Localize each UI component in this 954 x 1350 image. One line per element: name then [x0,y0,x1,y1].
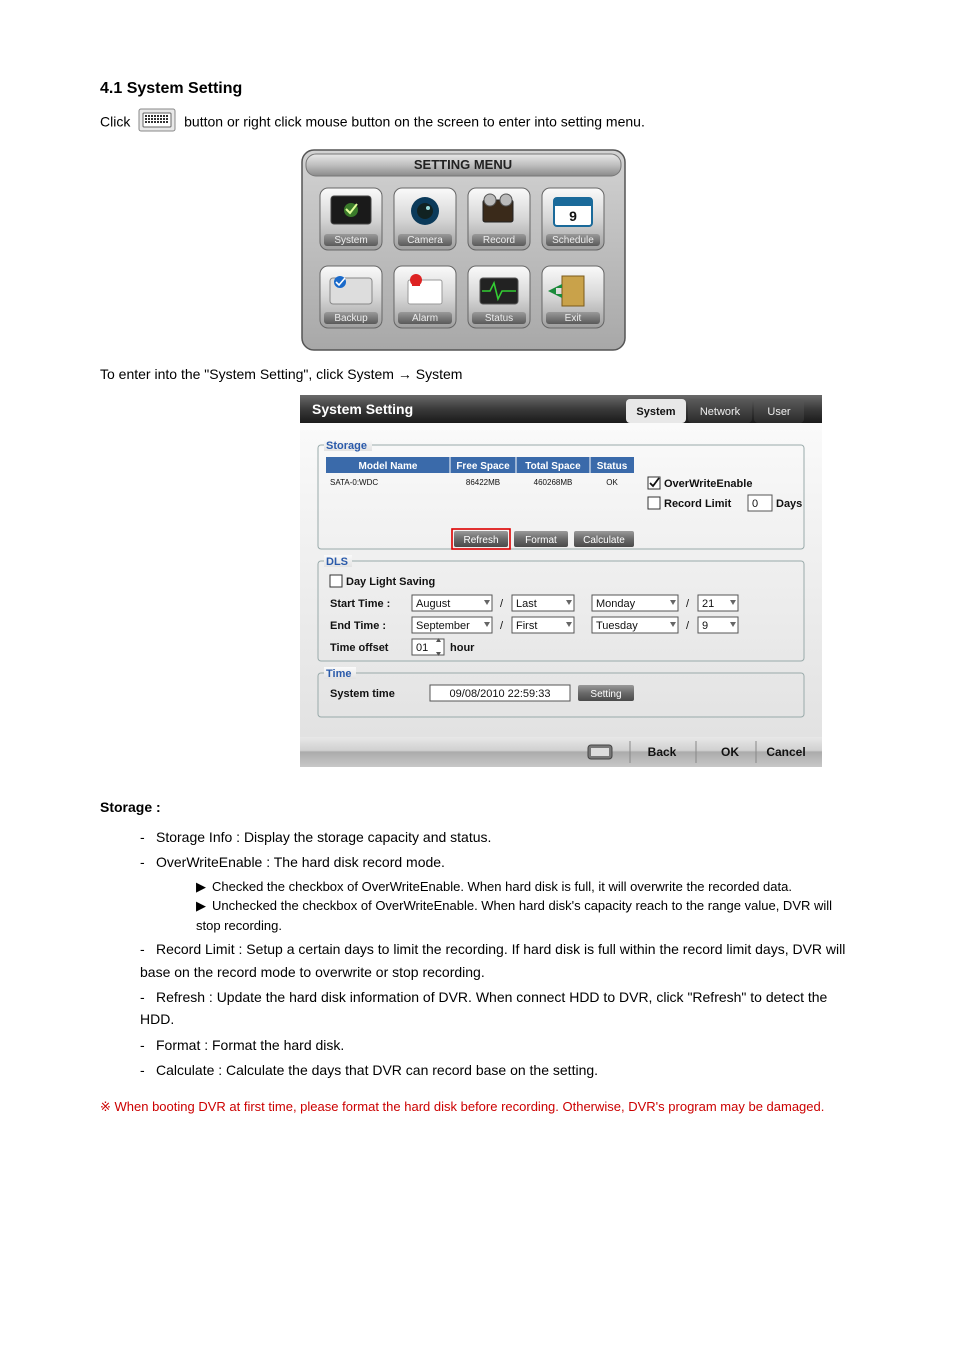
svg-text:Total Space: Total Space [525,461,581,472]
setting-menu-title: SETTING MENU [414,157,512,172]
menu-btn-exit: Exit [542,266,604,328]
svg-text:Setting: Setting [590,689,621,700]
svg-text:9: 9 [569,208,577,224]
time-legend: Time [326,668,351,680]
svg-text:9: 9 [702,620,708,632]
storage-legend: Storage [326,440,367,452]
svg-text:Exit: Exit [565,313,582,324]
dls-offset-label: Time offset [330,642,389,654]
svg-text:System: System [334,235,367,246]
keyboard-footer-icon [588,745,612,759]
dls-start-month: August [412,595,492,611]
svg-text:Camera: Camera [407,235,443,246]
footer-ok: OK [721,745,739,759]
tab-network: Network [688,399,752,423]
systemtime-label: System time [330,688,395,700]
btn-time-setting: Setting [578,685,634,701]
intro-line-2: To enter into the "System Setting", clic… [100,364,854,385]
intro-1a: Click [100,114,134,130]
intro-1b: button or right click mouse button on th… [184,114,645,130]
keyboard-icon [138,108,176,138]
dls-end-num: 9 [698,617,738,633]
svg-text:01: 01 [416,642,428,654]
storage-list: -Storage Info : Display the storage capa… [140,826,854,1082]
svg-text:Last: Last [516,598,537,610]
svg-text:Calculate: Calculate [583,535,625,546]
svg-text:Status: Status [485,313,513,324]
dls-start-day: Monday [592,595,678,611]
svg-text:Alarm: Alarm [412,313,438,324]
dls-end-label: End Time : [330,620,386,632]
svg-text:Monday: Monday [596,598,636,610]
svg-text:August: August [416,598,450,610]
recordlimit-unit: Days [776,498,802,510]
dls-offset-spinner: 01 [412,638,444,656]
btn-refresh: Refresh [452,529,510,549]
svg-text:User: User [767,406,791,418]
svg-text:Free Space: Free Space [456,461,510,472]
dls-start-week: Last [512,595,574,611]
svg-text:86422MB: 86422MB [466,478,500,487]
recordlimit-value: 0 [752,498,758,510]
system-setting-figure: System Setting System Network User Stora… [300,395,854,767]
svg-text:Model Name: Model Name [359,461,418,472]
svg-text:Record: Record [483,235,515,246]
storage-item3: Record Limit : Setup a certain days to l… [140,941,845,979]
svg-text:Status: Status [597,461,628,472]
storage-note: ※ When booting DVR at first time, please… [100,1098,854,1116]
setting-menu-figure: SETTING MENU System Camera [300,148,854,352]
svg-text:21: 21 [702,598,714,610]
dls-start-num: 21 [698,595,738,611]
menu-btn-backup: Backup [320,266,382,328]
menu-btn-camera: Camera [394,188,456,250]
recordlimit-label: Record Limit [664,498,732,510]
svg-text:September: September [416,620,470,632]
menu-btn-alarm: Alarm [394,266,456,328]
panel-title: System Setting [312,401,413,417]
svg-text:OK: OK [606,478,618,487]
svg-text:First: First [516,620,537,632]
btn-format: Format [514,531,568,547]
svg-text:Format: Format [525,535,557,546]
storage-item1: Storage Info : Display the storage capac… [156,829,491,845]
storage-item2: OverWriteEnable : The hard disk record m… [156,854,445,870]
footer-cancel: Cancel [766,745,805,759]
dls-end-month: September [412,617,492,633]
systemtime-value: 09/08/2010 22:59:33 [450,688,551,700]
btn-calculate: Calculate [574,531,634,547]
svg-text:460268MB: 460268MB [534,478,573,487]
storage-item4: Refresh : Update the hard disk informati… [140,989,827,1027]
footer-back: Back [648,745,677,759]
svg-text:Network: Network [700,406,741,418]
menu-btn-record: Record [468,188,530,250]
svg-text:System: System [636,406,675,418]
storage-item6: Calculate : Calculate the days that DVR … [156,1062,598,1078]
dls-checkbox-label: Day Light Saving [346,576,435,588]
dls-end-day: Tuesday [592,617,678,633]
svg-text:Schedule: Schedule [552,235,594,246]
overwrite-label: OverWriteEnable [664,478,752,490]
dls-start-label: Start Time : [330,598,390,610]
storage-item5: Format : Format the hard disk. [156,1037,344,1053]
storage-item2a: Checked the checkbox of OverWriteEnable.… [212,879,792,894]
menu-btn-schedule: 9 Schedule [542,188,604,250]
dls-legend: DLS [326,556,348,568]
storage-title: Storage : [100,797,854,818]
svg-text:Refresh: Refresh [463,535,498,546]
svg-text:Tuesday: Tuesday [596,620,638,632]
svg-text:SATA-0:WDC: SATA-0:WDC [330,478,378,487]
svg-text:Backup: Backup [334,313,368,324]
dls-offset-unit: hour [450,642,475,654]
tab-system: System [626,399,686,423]
section-heading-system-setting: 4.1 System Setting [100,80,854,98]
menu-btn-status: Status [468,266,530,328]
intro-line-1: Click button or right click mouse button… [100,108,854,138]
dls-end-week: First [512,617,574,633]
tab-user: User [754,399,804,423]
storage-item2b: Unchecked the checkbox of OverWriteEnabl… [196,898,832,933]
menu-btn-system: System [320,188,382,250]
